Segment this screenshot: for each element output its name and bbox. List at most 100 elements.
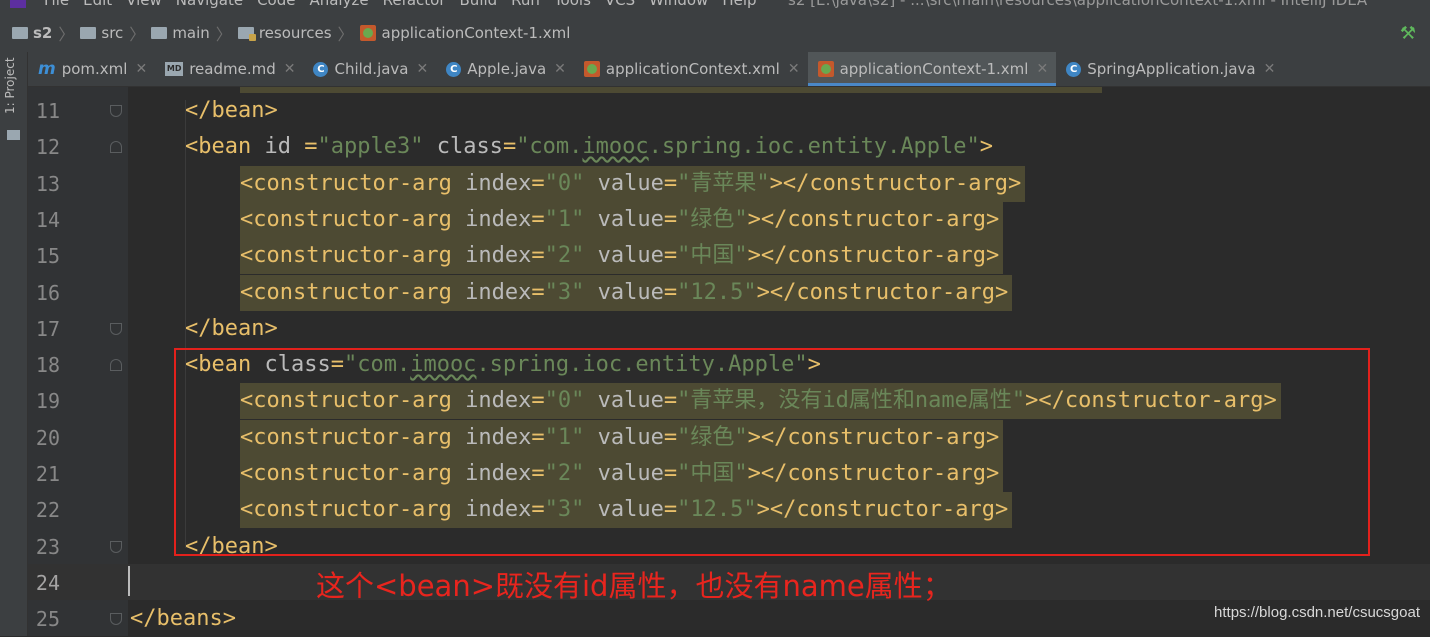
menu-item-tools[interactable]: Tools [554, 0, 591, 9]
breadcrumb-item-s2[interactable]: s2 〉 [12, 21, 76, 45]
close-icon[interactable]: ✕ [788, 61, 800, 77]
xml-tag: </bean> [185, 98, 278, 123]
menu-item-vcs[interactable]: VCS [605, 0, 635, 9]
fold-marker-icon[interactable] [110, 141, 122, 153]
xml-attribute: value [597, 388, 664, 413]
xml-value: "绿色" [677, 425, 748, 450]
tab-child-java[interactable]: C Child.java ✕ [303, 52, 436, 86]
xml-attribute: index [465, 497, 532, 522]
fold-marker-icon[interactable] [110, 541, 122, 553]
spring-xml-icon [583, 61, 600, 77]
build-hammer-icon[interactable]: ⚒ [1400, 23, 1416, 44]
close-icon[interactable]: ✕ [284, 61, 296, 77]
xml-attribute: index [465, 461, 532, 486]
fold-marker-icon[interactable] [110, 359, 122, 371]
fold-marker-icon[interactable] [110, 323, 122, 335]
xml-value: "中国" [677, 243, 748, 268]
code-line-18: 18 <bean class="com.imooc.spring.ioc.enti… [0, 347, 1430, 383]
menu-item-analyze[interactable]: Analyze [309, 0, 368, 9]
breadcrumb-item-src[interactable]: src 〉 [80, 21, 147, 45]
xml-value: "12.5" [677, 280, 757, 305]
xml-element[interactable]: <bean id ="apple3" class="com.imooc.spri… [185, 129, 993, 165]
xml-tag: </beans> [130, 606, 236, 631]
tab-pom-xml[interactable]: m pom.xml ✕ [28, 52, 155, 86]
line-number: 21 [35, 462, 60, 486]
xml-element[interactable]: </bean> [185, 529, 278, 565]
breadcrumb-item-main[interactable]: main 〉 [151, 21, 234, 45]
xml-tag: = [531, 280, 545, 305]
menu-item-edit[interactable]: Edit [83, 0, 112, 9]
tab-apple-java[interactable]: C Apple.java ✕ [436, 52, 574, 86]
tab-applicationcontext-xml[interactable]: applicationContext.xml ✕ [574, 52, 808, 86]
close-icon[interactable]: ✕ [417, 61, 429, 77]
indent-guide [185, 383, 186, 548]
xml-attribute: value [597, 243, 664, 268]
xml-value: "1" [544, 425, 598, 450]
xml-element[interactable]: <bean class="com.imooc.spring.ioc.entity… [185, 347, 821, 383]
constructor-arg-element[interactable]: <constructor-arg index="2" value="中国"></… [240, 238, 1004, 274]
xml-tag: ></constructor-arg> [756, 497, 1009, 522]
tab-readme-md[interactable]: MD readme.md ✕ [155, 52, 303, 86]
xml-attribute: class [436, 134, 503, 159]
breadcrumb-item-resources[interactable]: resources 〉 [237, 21, 356, 45]
menu-item-help[interactable]: Help [722, 0, 756, 9]
chevron-right-icon: 〉 [337, 25, 354, 44]
xml-attribute: value [597, 425, 664, 450]
code-line-22: 22 <constructor-arg index="3" value="12.5… [0, 492, 1430, 528]
markdown-icon: MD [165, 62, 184, 76]
menu-item-view[interactable]: View [126, 0, 162, 9]
menu-item-code[interactable]: Code [257, 0, 295, 9]
xml-element[interactable]: </bean> [185, 311, 278, 347]
watermark: https://blog.csdn.net/csucsgoat [1214, 604, 1420, 621]
xml-value: "12.5" [677, 497, 757, 522]
tab-applicationcontext-1-xml[interactable]: applicationContext-1.xml ✕ [807, 52, 1057, 86]
xml-element[interactable]: </bean> [185, 93, 278, 129]
tab-label: readme.md [189, 60, 276, 78]
menu-item-run[interactable]: Run [511, 0, 540, 9]
xml-tag: ></constructor-arg> [756, 280, 1009, 305]
constructor-arg-element[interactable]: <constructor-arg index="3" value="12.5">… [240, 492, 1013, 528]
xml-value: .spring.ioc.entity.Apple" [476, 352, 808, 377]
close-icon[interactable]: ✕ [135, 61, 147, 77]
breadcrumb-item-file[interactable]: applicationContext-1.xml [359, 24, 570, 42]
code-line-11: 11 </bean> [0, 93, 1430, 129]
line-number: 23 [35, 535, 60, 559]
fold-marker-icon[interactable] [110, 613, 122, 625]
intellij-logo-icon [10, 0, 26, 8]
xml-tag: ></constructor-arg> [747, 425, 1000, 450]
constructor-arg-element[interactable]: <constructor-arg index="1" value="绿色"></… [240, 202, 1004, 238]
xml-tag: <constructor-arg [240, 280, 466, 305]
xml-tag: ></constructor-arg> [769, 171, 1022, 196]
constructor-arg-element[interactable]: <constructor-arg index="2" value="中国"></… [240, 456, 1004, 492]
xml-tag: = [663, 497, 678, 522]
xml-value: "绿色" [677, 207, 748, 232]
xml-value: "中国" [677, 461, 748, 486]
close-icon[interactable]: ✕ [1036, 61, 1048, 77]
tab-springapplication-java[interactable]: C SpringApplication.java ✕ [1056, 52, 1283, 86]
menu-item-navigate[interactable]: Navigate [176, 0, 243, 9]
xml-attribute: class [264, 352, 331, 377]
menu-item-file[interactable]: File [44, 0, 69, 9]
line-number: 13 [35, 172, 60, 196]
constructor-arg-element[interactable]: <constructor-arg index="1" value="绿色"></… [240, 420, 1004, 456]
constructor-arg-element[interactable]: <constructor-arg index="3" value="12.5">… [240, 275, 1013, 311]
line-number: 14 [35, 208, 60, 232]
fold-marker-icon[interactable] [110, 105, 122, 117]
menu-item-build[interactable]: Build [460, 0, 498, 9]
xml-tag: = [531, 461, 545, 486]
xml-tag: </bean> [185, 534, 278, 559]
tab-label: applicationContext.xml [605, 60, 780, 78]
xml-element[interactable]: </beans> [130, 601, 236, 637]
xml-tag: > [807, 352, 821, 377]
class-icon: C [1066, 61, 1082, 77]
xml-value: "3" [544, 497, 598, 522]
close-icon[interactable]: ✕ [1264, 61, 1276, 77]
xml-tag: <constructor-arg [240, 425, 466, 450]
menu-item-window[interactable]: Window [649, 0, 708, 9]
xml-tag: = [663, 207, 678, 232]
constructor-arg-element[interactable]: <constructor-arg index="0" value="青苹果，没有… [240, 383, 1281, 419]
constructor-arg-element[interactable]: <constructor-arg index="0" value="青苹果"><… [240, 166, 1026, 202]
xml-tag: = [531, 497, 545, 522]
menu-item-refactor[interactable]: Refactor [383, 0, 446, 9]
close-icon[interactable]: ✕ [554, 61, 566, 77]
